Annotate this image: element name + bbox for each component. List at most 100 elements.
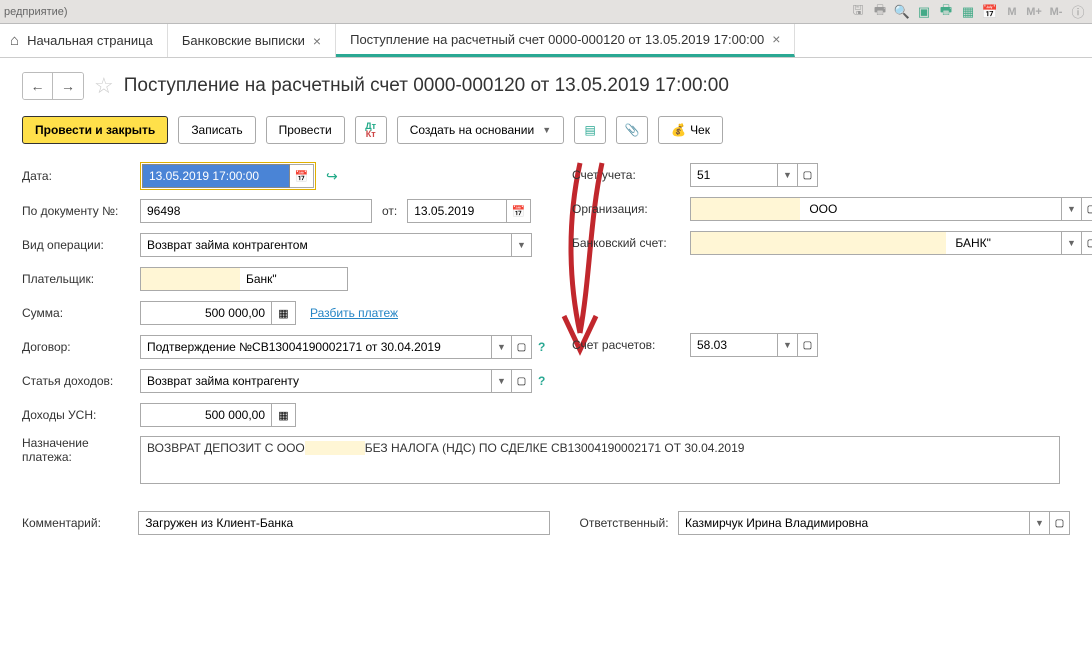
open-button[interactable]: ▢ — [512, 335, 532, 359]
open-button[interactable]: ▢ — [1082, 197, 1092, 221]
tab-home[interactable]: ⌂ Начальная страница — [0, 24, 168, 57]
label-date: Дата: — [22, 169, 140, 183]
row-comment: Комментарий: Ответственный: ▼ ▢ — [22, 510, 1070, 536]
split-payment-link[interactable]: Разбить платеж — [310, 306, 398, 320]
label-income: Статья доходов: — [22, 374, 140, 388]
label-payer: Плательщик: — [22, 272, 140, 286]
structure-button[interactable]: ▤ — [574, 116, 606, 144]
m-plus-icon[interactable]: M+ — [1024, 3, 1044, 21]
row-bankacc: Банковский счет: ▼ ▢ — [572, 230, 1092, 256]
row-org: Организация: ▼ ▢ — [572, 196, 1092, 222]
back-button[interactable]: ← — [23, 73, 53, 99]
post-button[interactable]: Провести — [266, 116, 345, 144]
post-and-close-button[interactable]: Провести и закрыть — [22, 116, 168, 144]
label-account: Счет учета: — [572, 168, 690, 182]
docnum-field[interactable] — [140, 199, 372, 223]
account-field[interactable] — [690, 163, 778, 187]
cheque-button[interactable]: 💰 Чек — [658, 116, 723, 144]
help-icon[interactable]: ? — [538, 374, 545, 388]
calendar-button[interactable]: 📅 — [507, 199, 531, 223]
calendar-button[interactable]: 📅 — [290, 164, 314, 188]
dropdown-button[interactable]: ▼ — [512, 233, 532, 257]
window-icon[interactable]: ▣ — [914, 3, 934, 21]
label-ot: от: — [382, 204, 397, 218]
payer-blank-field[interactable] — [140, 267, 240, 291]
open-button[interactable]: ▢ — [798, 163, 818, 187]
print-icon[interactable]: 🖶 — [870, 3, 890, 21]
m-icon[interactable]: M — [1002, 3, 1022, 21]
dropdown-button[interactable]: ▼ — [778, 333, 798, 357]
label-settle: Счет расчетов: — [572, 338, 690, 352]
bankacc-blank-field[interactable] — [690, 231, 946, 255]
close-icon[interactable]: × — [772, 31, 780, 47]
chevron-down-icon: ▼ — [542, 125, 551, 135]
tab-receipt[interactable]: Поступление на расчетный счет 0000-00012… — [336, 24, 795, 57]
attach-button[interactable]: 📎 — [616, 116, 648, 144]
search-icon[interactable]: 🔍 — [892, 3, 912, 21]
cheque-label: Чек — [690, 123, 710, 137]
org-blank-field[interactable] — [690, 197, 800, 221]
calc-button[interactable]: ▦ — [272, 301, 296, 325]
save-icon[interactable]: 🖫 — [848, 3, 868, 21]
tab-label: Банковские выписки — [182, 33, 305, 48]
tab-bank-statements[interactable]: Банковские выписки × — [168, 24, 336, 57]
m-minus-icon[interactable]: M- — [1046, 3, 1066, 21]
dropdown-button[interactable]: ▼ — [492, 369, 512, 393]
title-bar-icons: 🖫 🖶 🔍 ▣ 🖶 ▦ 📅 M M+ M- ⓘ — [848, 3, 1088, 21]
green-arrow-icon[interactable]: ↪ — [326, 168, 338, 185]
label-amount: Сумма: — [22, 306, 140, 320]
calendar-icon[interactable]: 📅 — [980, 3, 1000, 21]
create-based-on-button[interactable]: Создать на основании ▼ — [397, 116, 564, 144]
dtkt-button[interactable]: ДтКт — [355, 116, 387, 144]
label-docnum: По документу №: — [22, 204, 140, 218]
optype-field[interactable] — [140, 233, 512, 257]
row-income: Статья доходов: ▼ ▢ ? — [22, 368, 1070, 394]
paperclip-icon: 📎 — [625, 123, 640, 137]
print2-icon[interactable]: 🖶 — [936, 3, 956, 21]
income-item-field[interactable] — [140, 369, 492, 393]
bankacc-field[interactable] — [946, 231, 1062, 255]
save-button[interactable]: Записать — [178, 116, 255, 144]
tabs-bar: ⌂ Начальная страница Банковские выписки … — [0, 24, 1092, 58]
purpose-redacted — [305, 441, 365, 455]
dropdown-button[interactable]: ▼ — [778, 163, 798, 187]
tab-label: Поступление на расчетный счет 0000-00012… — [350, 32, 764, 47]
close-icon[interactable]: × — [313, 33, 321, 49]
label-optype: Вид операции: — [22, 238, 140, 252]
open-button[interactable]: ▢ — [1050, 511, 1070, 535]
docdate-field[interactable] — [407, 199, 507, 223]
label-bankacc: Банковский счет: — [572, 236, 690, 250]
forward-button[interactable]: → — [53, 73, 83, 99]
usn-income-field[interactable] — [140, 403, 272, 427]
purpose-field[interactable]: ВОЗВРАТ ДЕПОЗИТ С ООО БЕЗ НАЛОГА (НДС) П… — [140, 436, 1060, 484]
datetime-field[interactable] — [142, 164, 290, 188]
payer-field[interactable] — [240, 267, 348, 291]
home-icon: ⌂ — [10, 32, 19, 49]
open-button[interactable]: ▢ — [512, 369, 532, 393]
help-icon[interactable]: ? — [538, 340, 545, 354]
comment-field[interactable] — [138, 511, 550, 535]
purpose-text-post: БЕЗ НАЛОГА (НДС) ПО СДЕЛКЕ СВ13004190002… — [365, 441, 745, 455]
contract-field[interactable] — [140, 335, 492, 359]
label-org: Организация: — [572, 202, 690, 216]
calc-icon[interactable]: ▦ — [958, 3, 978, 21]
app-title-fragment: редприятие) — [4, 6, 68, 18]
dropdown-button[interactable]: ▼ — [1062, 231, 1082, 255]
open-button[interactable]: ▢ — [1082, 231, 1092, 255]
dropdown-button[interactable]: ▼ — [492, 335, 512, 359]
responsible-field[interactable] — [678, 511, 1030, 535]
tab-home-label: Начальная страница — [27, 33, 153, 48]
dropdown-button[interactable]: ▼ — [1062, 197, 1082, 221]
row-settle: Счет расчетов: ▼ ▢ — [572, 332, 1092, 358]
info-icon[interactable]: ⓘ — [1068, 3, 1088, 21]
row-usn: Доходы УСН: ▦ — [22, 402, 1070, 428]
favorite-star-icon[interactable]: ☆ — [94, 73, 114, 99]
settle-field[interactable] — [690, 333, 778, 357]
amount-field[interactable] — [140, 301, 272, 325]
label-contract: Договор: — [22, 340, 140, 354]
open-button[interactable]: ▢ — [798, 333, 818, 357]
dropdown-button[interactable]: ▼ — [1030, 511, 1050, 535]
toolbar: Провести и закрыть Записать Провести ДтК… — [22, 116, 1070, 144]
calc-button[interactable]: ▦ — [272, 403, 296, 427]
org-field[interactable] — [800, 197, 1062, 221]
